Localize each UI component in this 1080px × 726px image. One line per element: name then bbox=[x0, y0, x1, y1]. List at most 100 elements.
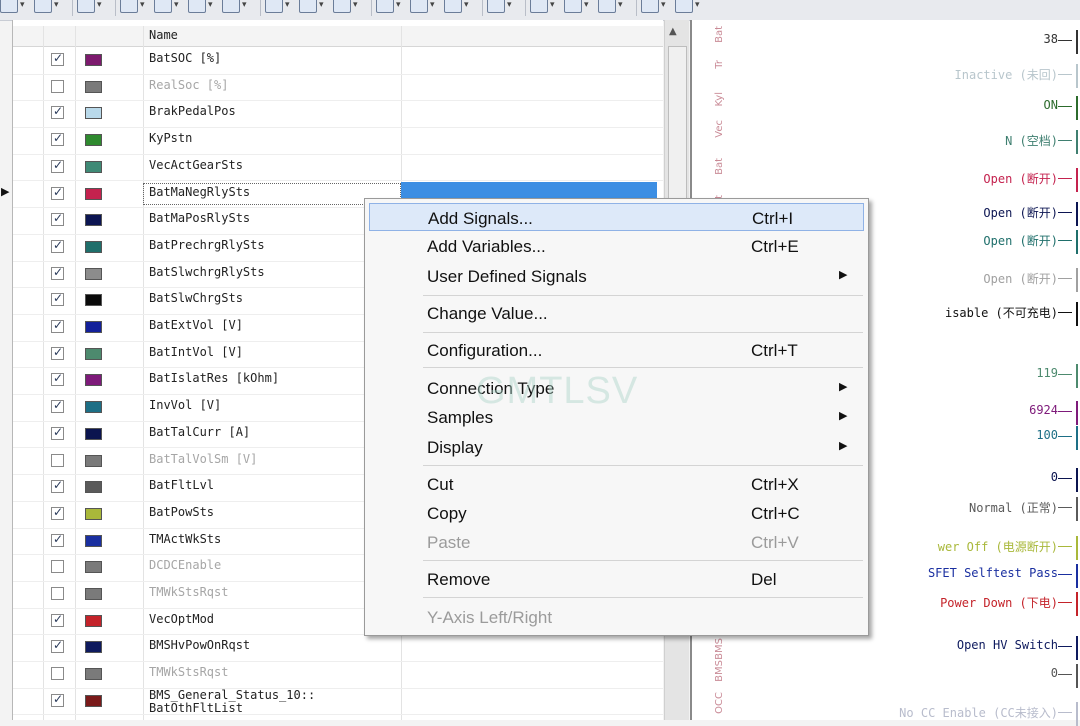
signal-checkbox[interactable] bbox=[51, 51, 64, 66]
chevron-down-icon[interactable]: ▾ bbox=[140, 0, 145, 10]
signal-icon[interactable]: ▾ bbox=[154, 0, 188, 14]
chevron-down-icon[interactable]: ▾ bbox=[353, 0, 358, 10]
color-swatch[interactable] bbox=[85, 507, 102, 520]
signal-checkbox[interactable] bbox=[51, 291, 64, 307]
chevron-down-icon[interactable]: ▾ bbox=[507, 0, 512, 10]
color-swatch[interactable] bbox=[85, 401, 102, 414]
signal-checkbox[interactable] bbox=[51, 371, 64, 387]
layout-icon[interactable]: ▾ bbox=[0, 0, 34, 14]
graph-icon[interactable]: ▾ bbox=[120, 0, 154, 14]
export-icon[interactable]: ▾ bbox=[598, 0, 632, 14]
color-swatch[interactable] bbox=[85, 641, 102, 654]
menu-item-copy[interactable]: Copy Ctrl+C bbox=[369, 499, 864, 527]
signal-row[interactable]: BatSOC [%] bbox=[13, 47, 663, 75]
color-swatch[interactable] bbox=[85, 240, 102, 253]
color-swatch[interactable] bbox=[85, 347, 102, 360]
chart-icon[interactable]: ▾ bbox=[376, 0, 410, 14]
color-swatch[interactable] bbox=[85, 160, 102, 173]
chevron-down-icon[interactable]: ▾ bbox=[208, 0, 213, 10]
pause-icon[interactable]: ▾ bbox=[34, 0, 68, 14]
zoom-out-icon[interactable]: ▾ bbox=[299, 0, 333, 14]
signal-checkbox[interactable] bbox=[51, 185, 64, 200]
chevron-down-icon[interactable]: ▾ bbox=[174, 0, 179, 10]
curve-icon[interactable]: ▾ bbox=[188, 0, 222, 14]
chevron-down-icon[interactable]: ▾ bbox=[54, 0, 59, 10]
signal-checkbox[interactable] bbox=[51, 265, 64, 280]
chevron-down-icon[interactable]: ▾ bbox=[285, 0, 290, 10]
chevron-down-icon[interactable]: ▾ bbox=[464, 0, 469, 10]
color-swatch[interactable] bbox=[85, 481, 102, 494]
chevron-down-icon[interactable]: ▾ bbox=[618, 0, 623, 10]
color-swatch[interactable] bbox=[85, 54, 102, 66]
color-swatch[interactable] bbox=[85, 267, 102, 280]
color-swatch[interactable] bbox=[85, 588, 102, 600]
signal-checkbox[interactable] bbox=[51, 158, 64, 173]
signal-checkbox[interactable] bbox=[51, 318, 64, 333]
window-icon[interactable]: ▾ bbox=[487, 0, 521, 14]
signal-checkbox[interactable] bbox=[51, 453, 64, 467]
chevron-down-icon[interactable]: ▾ bbox=[430, 0, 435, 10]
zoom-fit-icon[interactable]: ▾ bbox=[333, 0, 367, 14]
menu-item-remove[interactable]: Remove Del bbox=[369, 565, 864, 593]
color-swatch[interactable] bbox=[85, 668, 102, 681]
color-swatch[interactable] bbox=[85, 614, 102, 627]
signal-row[interactable]: BMSHvPowOnRqst bbox=[13, 634, 663, 663]
chevron-down-icon[interactable]: ▾ bbox=[20, 0, 25, 10]
color-swatch[interactable] bbox=[85, 214, 102, 227]
signal-checkbox[interactable] bbox=[51, 692, 64, 707]
print-icon[interactable]: ▾ bbox=[641, 0, 675, 14]
undo-icon[interactable]: ▾ bbox=[530, 0, 564, 14]
color-swatch[interactable] bbox=[85, 80, 102, 93]
signal-checkbox[interactable] bbox=[51, 425, 64, 440]
signal-checkbox[interactable] bbox=[51, 532, 64, 547]
signal-checkbox[interactable] bbox=[51, 131, 64, 147]
signal-checkbox[interactable] bbox=[51, 398, 64, 414]
cursor-icon[interactable]: ▾ bbox=[222, 0, 256, 14]
signal-checkbox[interactable] bbox=[51, 667, 64, 681]
chevron-down-icon[interactable]: ▾ bbox=[242, 0, 247, 10]
menu-item-add-signals[interactable]: Add Signals... Ctrl+I bbox=[369, 203, 864, 231]
menu-item-change-value[interactable]: Change Value... bbox=[369, 299, 864, 327]
menu-item-configuration[interactable]: Configuration... Ctrl+T bbox=[369, 336, 864, 364]
signal-checkbox[interactable] bbox=[51, 478, 64, 494]
signal-checkbox[interactable] bbox=[51, 104, 64, 120]
menu-item-samples[interactable]: Samples ▶ bbox=[369, 403, 864, 431]
marker-icon[interactable]: ▾ bbox=[444, 0, 478, 14]
measure-icon[interactable]: ▾ bbox=[410, 0, 444, 14]
signal-row[interactable]: TMWkStsRqst bbox=[13, 661, 663, 689]
chevron-down-icon[interactable]: ▾ bbox=[584, 0, 589, 10]
menu-item-connection-type[interactable]: Connection Type ▶ bbox=[369, 374, 864, 402]
signal-checkbox[interactable] bbox=[51, 612, 64, 627]
color-swatch[interactable] bbox=[85, 534, 102, 547]
signal-row[interactable]: KyPstn bbox=[13, 127, 663, 155]
menu-item-display[interactable]: Display ▶ bbox=[369, 433, 864, 461]
color-swatch[interactable] bbox=[85, 321, 102, 333]
signal-checkbox[interactable] bbox=[51, 345, 64, 360]
signal-checkbox[interactable] bbox=[51, 238, 64, 253]
signal-row[interactable]: RealSoc [%] bbox=[13, 74, 663, 102]
pointer-icon[interactable]: ▾ bbox=[675, 0, 709, 14]
axis-icon[interactable]: ▾ bbox=[77, 0, 111, 14]
signal-checkbox[interactable] bbox=[51, 587, 64, 600]
color-swatch[interactable] bbox=[85, 134, 102, 147]
signal-checkbox[interactable] bbox=[51, 560, 64, 574]
signal-checkbox[interactable] bbox=[51, 211, 64, 227]
signal-row[interactable]: VecActGearSts bbox=[13, 154, 663, 182]
signal-checkbox[interactable] bbox=[51, 505, 64, 520]
chevron-down-icon[interactable]: ▾ bbox=[319, 0, 324, 10]
color-swatch[interactable] bbox=[85, 374, 102, 387]
chevron-down-icon[interactable]: ▾ bbox=[550, 0, 555, 10]
chevron-down-icon[interactable]: ▾ bbox=[396, 0, 401, 10]
color-swatch[interactable] bbox=[85, 294, 102, 307]
chevron-down-icon[interactable]: ▾ bbox=[97, 0, 102, 10]
signal-checkbox[interactable] bbox=[51, 638, 64, 654]
menu-item-user-defined-signals[interactable]: User Defined Signals ▶ bbox=[369, 262, 864, 290]
menu-item-y-axis-left-right[interactable]: Y-Axis Left/Right bbox=[369, 603, 864, 631]
menu-item-paste[interactable]: Paste Ctrl+V bbox=[369, 528, 864, 556]
color-swatch[interactable] bbox=[85, 694, 102, 707]
name-column-header[interactable]: Name bbox=[149, 28, 178, 42]
signal-row[interactable]: BMS_General_Status_10:: BatOthFltList bbox=[13, 688, 663, 716]
color-swatch[interactable] bbox=[85, 187, 102, 200]
redo-icon[interactable]: ▾ bbox=[564, 0, 598, 14]
menu-item-add-variables[interactable]: Add Variables... Ctrl+E bbox=[369, 232, 864, 260]
